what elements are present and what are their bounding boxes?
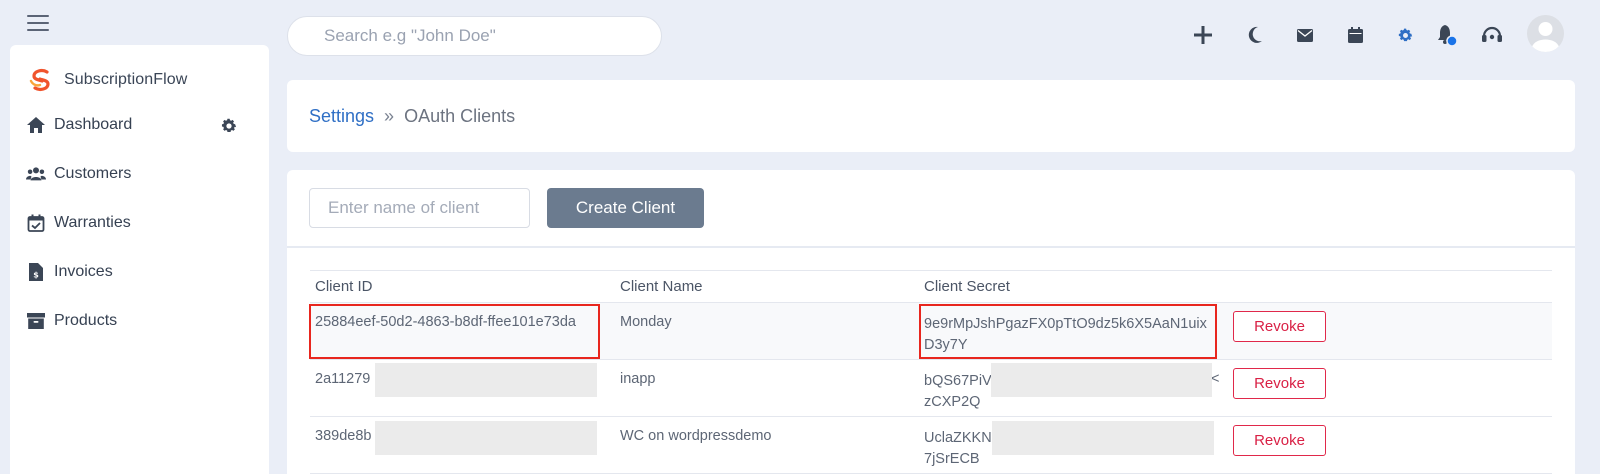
users-icon (26, 164, 46, 184)
sidebar-item-label: Products (54, 312, 118, 329)
global-search[interactable] (287, 16, 662, 56)
client-secret-line-2: 7jSrECB (924, 451, 980, 467)
sidebar-item-label: Dashboard (54, 116, 133, 133)
breadcrumb-current: OAuth Clients (404, 105, 516, 126)
client-secret-tail: < (1211, 371, 1220, 387)
breadcrumb-separator: » (384, 105, 395, 126)
breadcrumb: Settings » OAuth Clients (287, 80, 1575, 152)
brand-name: SubscriptionFlow (64, 71, 188, 88)
archive-icon (26, 311, 46, 331)
client-name-cell: inapp (620, 371, 656, 387)
invoice-icon: $ (26, 262, 46, 282)
oauth-clients-card: Create Client Client ID Client Name Clie… (287, 170, 1575, 474)
highlight-box-client-secret (919, 304, 1217, 359)
client-secret-line-1: UclaZKKN (924, 430, 992, 446)
oauth-clients-table: Client ID Client Name Client Secret 2588… (309, 270, 1552, 474)
redaction-block (992, 421, 1214, 455)
brand[interactable]: SubscriptionFlow (28, 67, 187, 93)
client-name-cell: Monday (620, 314, 672, 330)
sidebar-item-warranties[interactable]: Warranties (26, 213, 131, 233)
hamburger-menu-icon[interactable] (27, 15, 49, 31)
table-row: 25884eef-50d2-4863-b8df-ffee101e73da Mon… (309, 303, 1552, 360)
card-divider (287, 246, 1575, 248)
sidebar-item-label: Warranties (54, 214, 131, 231)
revoke-button[interactable]: Revoke (1233, 368, 1326, 399)
calendar-icon[interactable] (1343, 23, 1367, 47)
client-name-cell: WC on wordpressdemo (620, 428, 772, 444)
table-row: 2a11279 inapp bQS67PiV zCXP2Q < Revoke (310, 360, 1552, 417)
breadcrumb-settings-link[interactable]: Settings (309, 106, 374, 127)
avatar[interactable] (1527, 15, 1564, 52)
table-row: 389de8b WC on wordpressdemo UclaZKKN 7jS… (310, 417, 1552, 474)
plus-icon[interactable] (1191, 23, 1215, 47)
client-secret-line-2: zCXP2Q (924, 394, 981, 410)
sidebar-item-customers[interactable]: Customers (26, 164, 131, 184)
client-secret-line-1: bQS67PiV (924, 373, 992, 389)
dashboard-settings-gear-icon[interactable] (220, 117, 240, 137)
sidebar-item-label: Customers (54, 165, 132, 182)
home-icon (26, 115, 46, 135)
sidebar-item-label: Invoices (54, 263, 113, 280)
redaction-block (375, 421, 597, 455)
headset-icon[interactable] (1480, 23, 1504, 47)
sidebar-item-dashboard[interactable]: Dashboard (26, 115, 132, 135)
client-id-cell: 389de8b (315, 428, 372, 444)
client-id-cell: 2a11279 (315, 371, 371, 387)
calendar-check-icon (26, 213, 46, 233)
bell-icon[interactable] (1435, 23, 1459, 47)
client-name-input[interactable] (309, 188, 530, 228)
revoke-button[interactable]: Revoke (1233, 425, 1326, 456)
table-header: Client ID Client Name Client Secret (310, 270, 1552, 303)
column-header-client-id: Client ID (315, 278, 373, 295)
column-header-client-secret: Client Secret (924, 278, 1010, 295)
column-header-client-name: Client Name (620, 278, 703, 295)
sidebar-item-products[interactable]: Products (26, 311, 117, 331)
moon-icon[interactable] (1243, 23, 1267, 47)
redaction-block (991, 363, 1212, 397)
svg-text:$: $ (33, 271, 39, 280)
subscriptionflow-logo-icon (29, 69, 50, 91)
settings-gear-icon[interactable] (1393, 23, 1417, 47)
highlight-box-client-id (309, 304, 600, 359)
create-client-button[interactable]: Create Client (547, 188, 704, 228)
revoke-button[interactable]: Revoke (1233, 311, 1326, 342)
sidebar-item-invoices[interactable]: $ Invoices (26, 262, 113, 282)
redaction-block (375, 363, 597, 397)
envelope-icon[interactable] (1293, 23, 1317, 47)
search-input[interactable] (324, 26, 661, 46)
sidebar: SubscriptionFlow Dashboard Customers War… (10, 45, 269, 474)
